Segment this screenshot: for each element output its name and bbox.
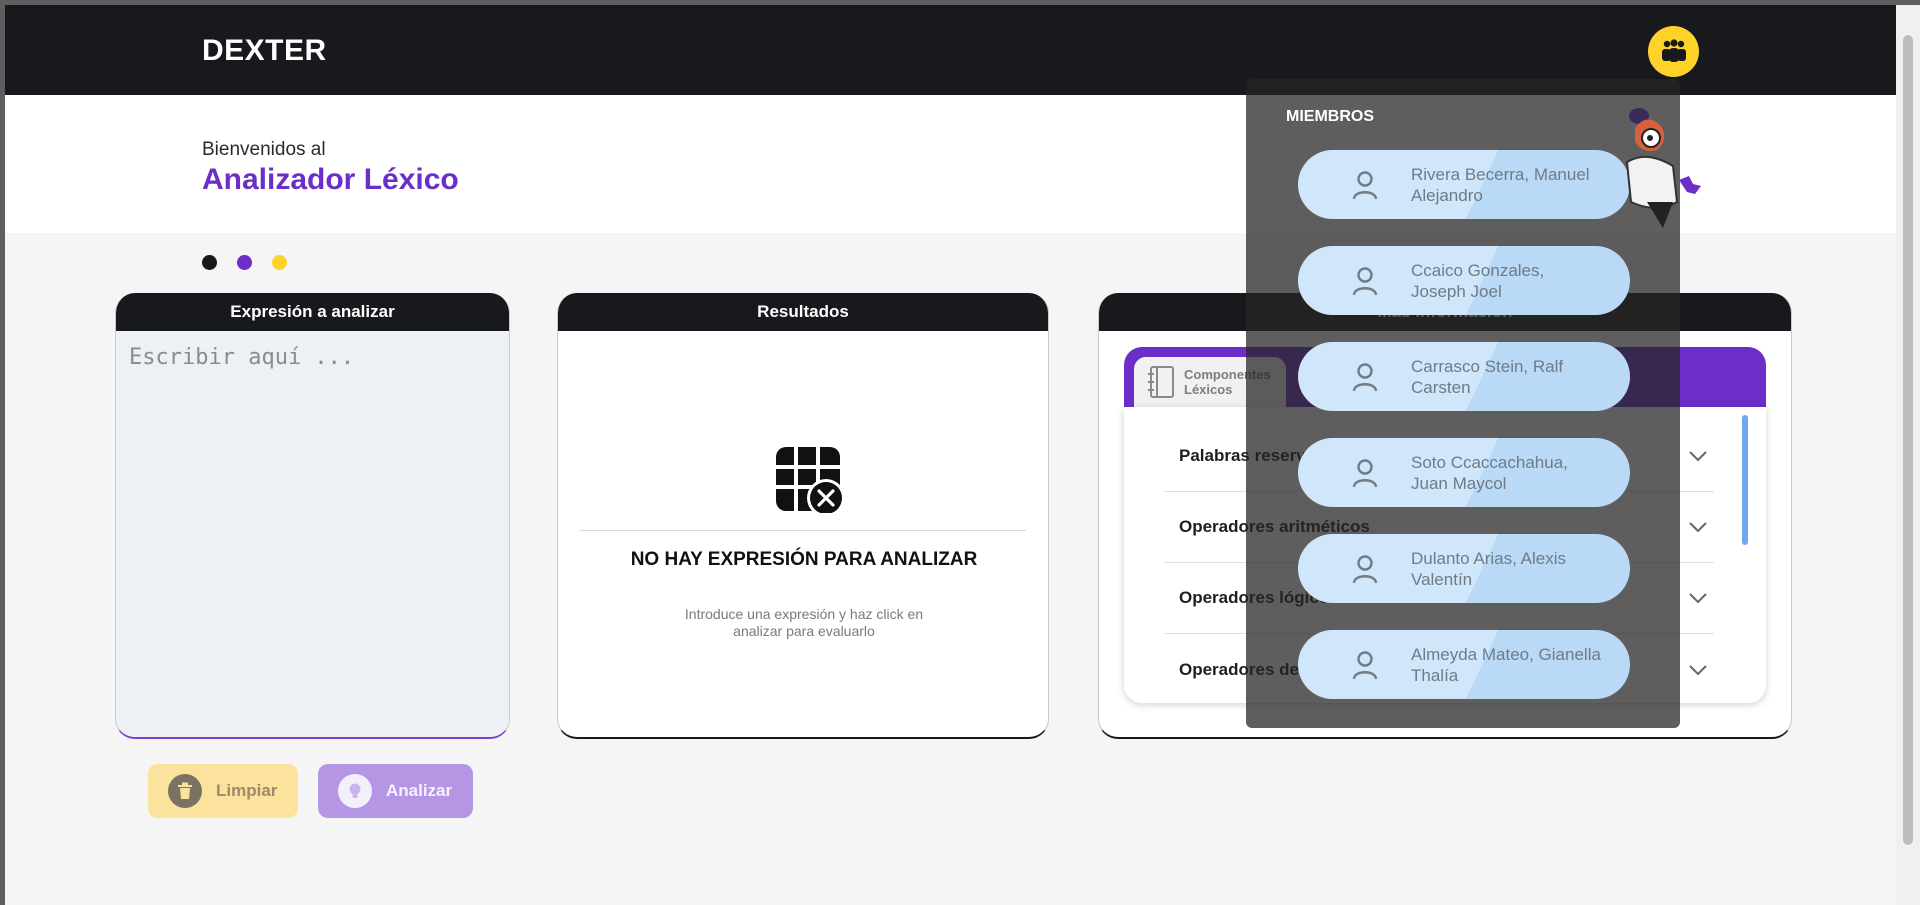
dexter-mascot-image — [1625, 108, 1701, 228]
member-card[interactable]: Almeyda Mateo, Gianella Thalía — [1298, 630, 1630, 699]
clear-button-label: Limpiar — [216, 781, 278, 800]
brand-logo[interactable]: DEXTER — [202, 34, 327, 68]
empty-state-description: Introduce una expresión y haz click en a… — [684, 606, 924, 639]
user-icon — [1352, 170, 1378, 199]
user-icon — [1352, 266, 1378, 295]
member-card[interactable]: Rivera Becerra, Manuel Alejandro — [1298, 150, 1630, 219]
chevron-down-icon — [1689, 593, 1707, 604]
chevron-down-icon — [1689, 451, 1707, 462]
member-card[interactable]: Dulanto Arias, Alexis Valentín — [1298, 534, 1630, 603]
app-window: DEXTER Bienvenidos al Analizador Léxico … — [5, 5, 1896, 905]
member-name: Almeyda Mateo, Gianella Thalía — [1411, 644, 1601, 685]
results-card-title: Resultados — [558, 293, 1048, 331]
clear-button[interactable]: Limpiar — [148, 764, 298, 818]
member-name: Soto Ccaccachahua, Juan Maycol — [1411, 452, 1568, 493]
members-toggle-button[interactable] — [1648, 26, 1699, 77]
member-name: Ccaico Gonzales, Joseph Joel — [1411, 260, 1545, 301]
member-name: Dulanto Arias, Alexis Valentín — [1411, 548, 1566, 589]
trash-icon — [168, 774, 202, 808]
members-popover: MIEMBROS Rivera Becerra, Manuel Alejandr… — [1246, 79, 1680, 728]
table-error-icon — [776, 447, 842, 513]
group-icon — [1661, 38, 1686, 62]
lightbulb-icon — [338, 774, 372, 808]
members-title: MIEMBROS — [1286, 108, 1374, 125]
page-scrollbar-thumb[interactable] — [1903, 35, 1913, 845]
member-card[interactable]: Carrasco Stein, Ralf Carsten — [1298, 342, 1630, 411]
page-scrollbar[interactable] — [1896, 5, 1920, 905]
member-name: Carrasco Stein, Ralf Carsten — [1411, 356, 1564, 397]
user-icon — [1352, 362, 1378, 391]
chevron-down-icon — [1689, 522, 1707, 533]
dot-dark — [202, 255, 217, 270]
expression-card-title: Expresión a analizar — [116, 293, 509, 331]
page-title: Analizador Léxico — [202, 163, 459, 196]
member-card[interactable]: Soto Ccaccachahua, Juan Maycol — [1298, 438, 1630, 507]
welcome-subtitle: Bienvenidos al — [202, 139, 326, 160]
user-icon — [1352, 554, 1378, 583]
dot-purple — [237, 255, 252, 270]
notebook-icon — [1148, 366, 1174, 398]
user-icon — [1352, 458, 1378, 487]
accordion-scrollbar[interactable] — [1742, 415, 1748, 545]
expression-card: Expresión a analizar — [115, 293, 510, 739]
results-divider — [580, 530, 1026, 531]
member-name: Rivera Becerra, Manuel Alejandro — [1411, 164, 1590, 205]
analyze-button[interactable]: Analizar — [318, 764, 473, 818]
decorative-dots — [202, 255, 287, 270]
dot-yellow — [272, 255, 287, 270]
empty-state-title: NO HAY EXPRESIÓN PARA ANALIZAR — [630, 549, 978, 570]
expression-input[interactable] — [116, 331, 509, 737]
member-card[interactable]: Ccaico Gonzales, Joseph Joel — [1298, 246, 1630, 315]
results-card: Resultados NO HAY EXPRESIÓN PARA ANALIZA… — [557, 293, 1049, 739]
user-icon — [1352, 650, 1378, 679]
chevron-down-icon — [1689, 664, 1707, 675]
analyze-button-label: Analizar — [386, 781, 453, 800]
